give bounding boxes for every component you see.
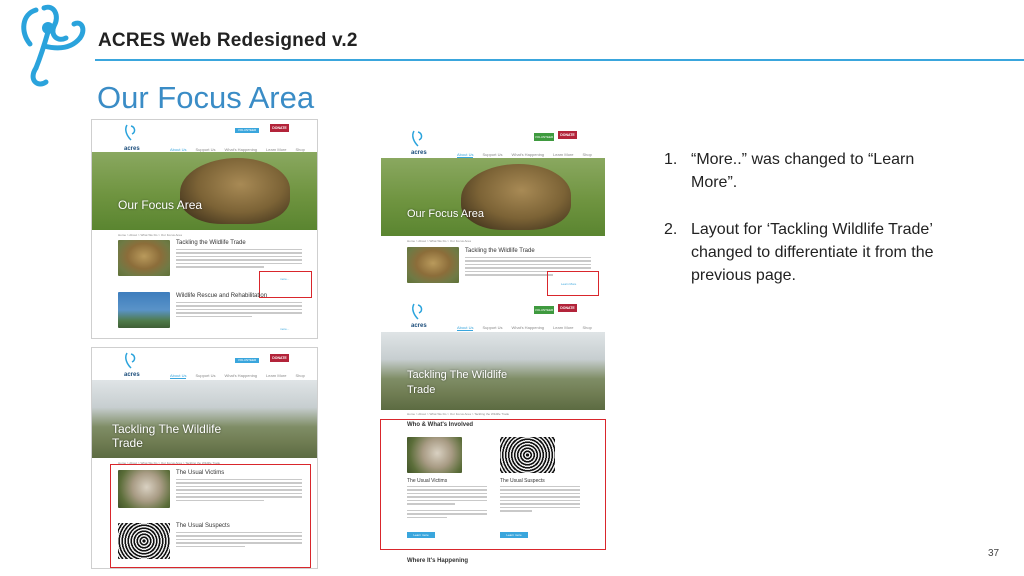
note-number: 1. xyxy=(664,151,678,168)
mockup-volunteer-button: VOLUNTEER xyxy=(235,128,259,133)
mockup-focus-area-old: acres VOLUNTEER DONATE About Us Support … xyxy=(91,119,318,339)
mockup-section-rescue-title: Wildlife Rescue and Rehabilitation xyxy=(176,293,268,299)
mockup-donate-button: DONATE xyxy=(270,124,289,132)
mockup-hero-title: Tackling The Wildlife Trade xyxy=(112,422,222,450)
mockup-section-trade-title: Tackling the Wildlife Trade xyxy=(176,240,246,246)
mockup-wildlife-trade-new: acres VOLUNTEER WITH ACRES DONATE About … xyxy=(380,299,606,576)
mockup-donate-button: DONATE xyxy=(558,304,577,312)
mockup-volunteer-button: VOLUNTEER WITH ACRES xyxy=(534,306,554,320)
change-notes: 1. “More..” was changed to “Learn More”.… xyxy=(664,148,964,311)
mockup-hero-elephant: Tackling The Wildlife Trade xyxy=(381,332,605,410)
mockup-donate-button: DONATE xyxy=(558,131,577,139)
mockup-more-link-2: more... xyxy=(280,327,290,331)
mockup-logo-icon xyxy=(412,303,423,320)
page-title: Our Focus Area xyxy=(97,80,315,115)
mockup-hero-title: Our Focus Area xyxy=(407,208,485,220)
note-item: 1. “More..” was changed to “Learn More”. xyxy=(664,148,964,194)
mockup-focus-area-new: acres VOLUNTEER WITH ACRES DONATE About … xyxy=(381,126,605,298)
acres-gibbon-logo-icon xyxy=(21,4,86,87)
header-title: ACRES Web Redesigned v.2 xyxy=(98,30,358,51)
mockup-logo: acres xyxy=(124,372,140,378)
page-number: 37 xyxy=(988,548,1000,559)
mockup-breadcrumb: Home > About > What We Do > Our Focus Ar… xyxy=(407,412,510,416)
mockup-menu: About Us Support Us What's Happening Lea… xyxy=(457,325,592,331)
note-number: 2. xyxy=(664,221,678,238)
mockup-thumb-bird xyxy=(118,292,170,328)
mockup-volunteer-button: VOLUNTEER WITH ACRES xyxy=(534,133,554,147)
mockup-logo-icon xyxy=(125,124,136,141)
mockup-volunteer-button: VOLUNTEER xyxy=(235,358,259,363)
mockup-section-rescue-text xyxy=(176,302,302,319)
mockup-hero-tortoise: Our Focus Area xyxy=(92,152,317,230)
mockup-breadcrumb: Home > About > What We Do > Our Focus Ar… xyxy=(407,239,471,243)
mockup-donate-button: DONATE xyxy=(270,354,289,362)
mockup-hero-title: Our Focus Area xyxy=(118,198,203,212)
mockup-hero-tortoise: Our Focus Area xyxy=(381,158,605,236)
highlight-box-layout-new xyxy=(380,419,606,550)
mockup-hero-elephant: Tackling The Wildlife Trade xyxy=(92,380,317,458)
highlight-box-layout-old xyxy=(110,464,311,568)
mockup-section-trade-text xyxy=(176,249,302,270)
mockup-wildlife-trade-old: acres VOLUNTEER DONATE About Us Support … xyxy=(91,347,318,569)
header-divider xyxy=(95,59,1024,61)
highlight-box-learn-more xyxy=(547,271,599,296)
mockup-logo: acres xyxy=(411,323,427,329)
mockup-breadcrumb: Home > About > What We Do > Our Focus Ar… xyxy=(118,233,182,237)
mockup-menu: About Us Support Us What's Happening Lea… xyxy=(170,373,305,379)
note-text: “More..” was changed to “Learn More”. xyxy=(691,151,915,191)
mockup-logo: acres xyxy=(411,150,427,156)
mockup-logo-icon xyxy=(412,130,423,147)
mockup-where-heading: Where It's Happening xyxy=(407,558,469,564)
note-item: 2. Layout for ‘Tackling Wildlife Trade’ … xyxy=(664,218,964,287)
mockup-logo-icon xyxy=(125,352,136,369)
mockup-hero-title: Tackling The Wildlife Trade xyxy=(407,369,508,396)
mockup-section-trade-title: Tackling the Wildlife Trade xyxy=(465,248,535,254)
mockup-thumb-tortoise xyxy=(118,240,170,276)
note-text: Layout for ‘Tackling Wildlife Trade’ cha… xyxy=(691,221,934,284)
mockup-thumb-tortoise xyxy=(407,247,459,283)
